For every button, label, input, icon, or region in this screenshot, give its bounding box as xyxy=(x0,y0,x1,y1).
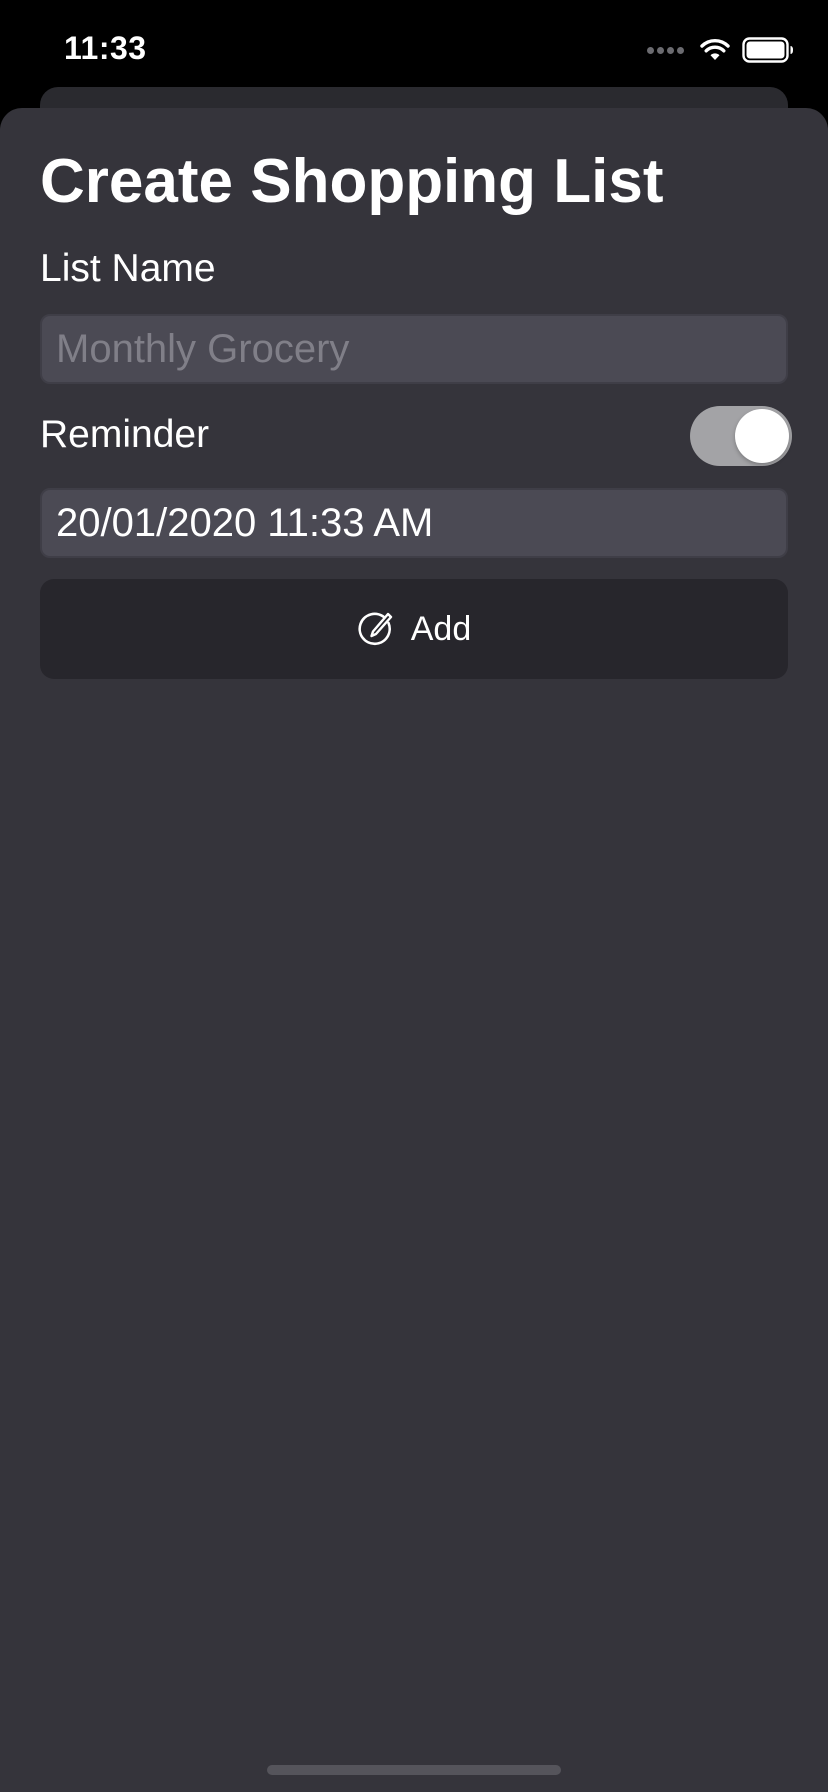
edit-circle-icon xyxy=(357,610,395,648)
list-name-input[interactable] xyxy=(40,314,788,384)
list-name-label: List Name xyxy=(40,247,216,290)
battery-icon xyxy=(742,37,794,63)
reminder-toggle-knob xyxy=(735,409,789,463)
wifi-icon xyxy=(700,38,730,62)
reminder-datetime-value: 20/01/2020 11:33 AM xyxy=(56,500,434,545)
reminder-toggle[interactable] xyxy=(690,406,792,466)
page-title: Create Shopping List xyxy=(40,147,664,216)
home-indicator[interactable] xyxy=(267,1765,561,1775)
add-button-label: Add xyxy=(410,609,472,648)
add-button[interactable]: Add xyxy=(40,579,788,679)
reminder-datetime-field[interactable]: 20/01/2020 11:33 AM xyxy=(40,488,788,558)
signal-dots-icon xyxy=(647,46,684,54)
status-time: 11:33 xyxy=(64,30,147,66)
status-icons xyxy=(647,36,794,64)
reminder-label: Reminder xyxy=(40,413,210,456)
status-bar: 11:33 xyxy=(0,0,828,100)
